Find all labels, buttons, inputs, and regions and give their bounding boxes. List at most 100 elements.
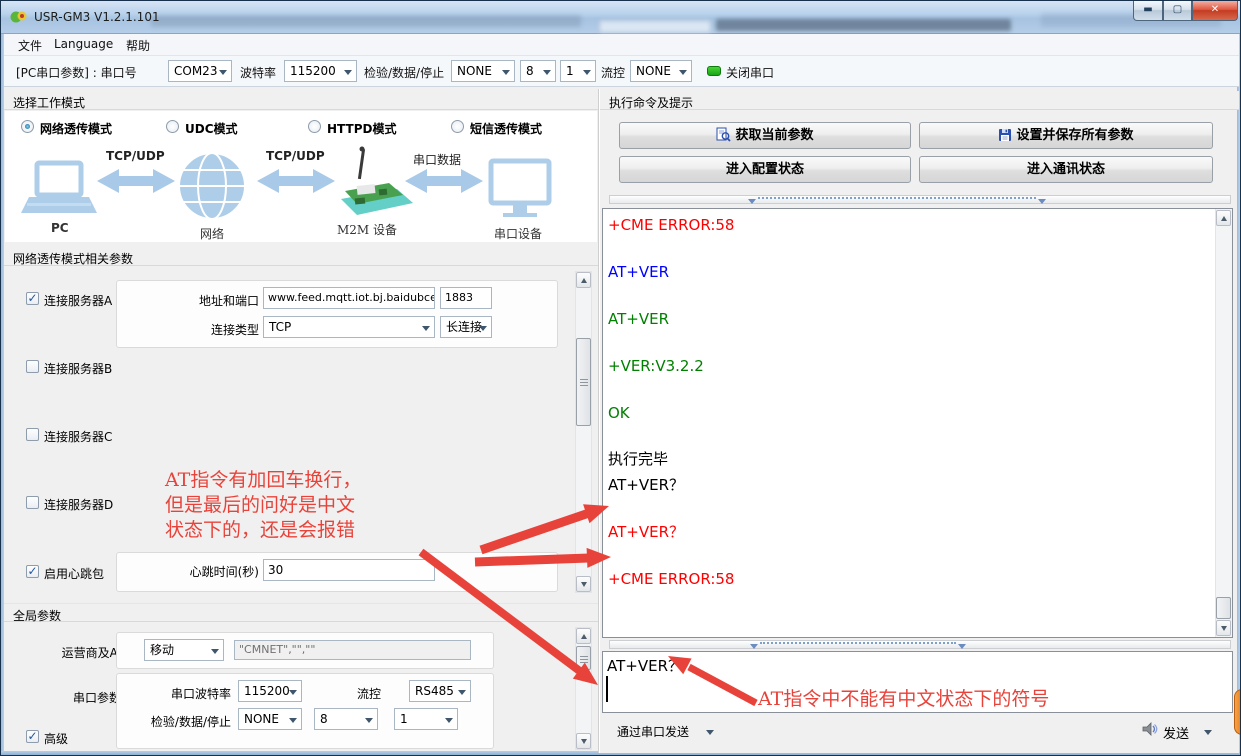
annotation-note-1: AT指令有加回车换行， 但是最后的问好是中文 状态下的，还是会报错 — [165, 468, 361, 543]
terminal-scrollbar[interactable] — [1215, 209, 1232, 637]
radio-udc-mode[interactable] — [166, 120, 179, 133]
splitter-bottom[interactable] — [609, 640, 1231, 649]
terminal-line: +CME ERROR:58 — [608, 569, 1208, 589]
scrollbar-thumb[interactable] — [576, 338, 591, 426]
link-label-tcpudp-2: TCP/UDP — [266, 149, 325, 163]
checkbox-label-heartbeat[interactable]: 启用心跳包 — [44, 565, 104, 582]
chevron-down-icon — [502, 70, 510, 75]
baud-select[interactable]: 115200 — [284, 60, 357, 82]
enter-comm-button[interactable]: 进入通讯状态 — [919, 156, 1213, 183]
menu-language[interactable]: Language — [54, 37, 113, 51]
connection-type-label: 连接类型 — [169, 321, 259, 338]
chevron-down-icon — [219, 70, 227, 75]
com-port-select[interactable]: COM23 — [168, 60, 232, 82]
terminal-line: +CME ERROR:58 — [608, 215, 1208, 235]
text-cursor — [606, 676, 608, 702]
checkbox-server-c[interactable] — [26, 428, 39, 441]
checkbox-label-advanced[interactable]: 高级 — [44, 730, 68, 747]
scroll-up-icon[interactable] — [1216, 210, 1231, 226]
save-params-button[interactable]: 设置并保存所有参数 — [919, 122, 1213, 149]
checkbox-heartbeat[interactable] — [26, 565, 39, 578]
checkbox-server-b[interactable] — [26, 360, 39, 373]
radio-httpd-mode[interactable] — [308, 120, 321, 133]
splitter-handle[interactable] — [758, 197, 1036, 202]
splitter-top[interactable] — [609, 195, 1231, 204]
connection-type-select[interactable]: TCP — [263, 316, 435, 338]
server-address-input[interactable]: www.feed.mqtt.iot.bj.baidubce.c — [263, 287, 435, 309]
radio-label-udc[interactable]: UDC模式 — [185, 120, 238, 137]
title-bar[interactable]: USR-GM3 V1.2.1.101 ▬ ▢ ✕ — [1, 1, 1240, 34]
work-mode-section-title: 选择工作模式 — [4, 91, 598, 110]
scrollbar-thumb[interactable] — [1216, 597, 1231, 619]
radio-label-sms[interactable]: 短信透传模式 — [470, 120, 542, 137]
checkbox-label-server-c[interactable]: 连接服务器C — [44, 428, 112, 445]
device-stopbits-select[interactable]: 1 — [394, 708, 458, 730]
checkbox-label-server-a[interactable]: 连接服务器A — [44, 292, 112, 309]
keepalive-select[interactable]: 长连接 — [440, 316, 492, 338]
global-params-scrollbar[interactable] — [575, 627, 592, 750]
device-parity-select[interactable]: NONE — [238, 708, 302, 730]
enter-config-button[interactable]: 进入配置状态 — [619, 156, 911, 183]
collapse-icon — [748, 199, 756, 204]
send-via-serial-button[interactable]: 通过串口发送 — [617, 723, 689, 740]
radio-label-net-transparent[interactable]: 网络透传模式 — [40, 120, 112, 137]
menu-help[interactable]: 帮助 — [126, 37, 150, 54]
parity-select[interactable]: NONE — [451, 60, 515, 82]
checkbox-label-server-d[interactable]: 连接服务器D — [44, 496, 113, 513]
node-label-m2m: M2M 设备 — [337, 221, 397, 238]
annotation-note-2: AT指令中不能有中文状态下的符号 — [758, 687, 1049, 712]
chevron-down-icon — [365, 718, 373, 723]
terminal-line: AT+VER？ — [608, 522, 1208, 542]
flow-select[interactable]: NONE — [630, 60, 692, 82]
chevron-down-icon[interactable] — [1204, 730, 1212, 735]
scroll-down-icon[interactable] — [1216, 620, 1231, 636]
send-button[interactable]: 发送 — [1163, 723, 1189, 742]
terminal-line: +VER:V3.2.2 — [608, 356, 1208, 376]
radio-label-httpd[interactable]: HTTPD模式 — [327, 120, 396, 137]
node-label-network: 网络 — [200, 225, 224, 242]
chevron-down-icon — [445, 718, 453, 723]
scrollbar-thumb[interactable] — [576, 646, 591, 670]
close-serial-button[interactable]: 关闭串口 — [726, 64, 774, 81]
close-button[interactable]: ✕ — [1192, 1, 1238, 21]
net-params-scrollbar[interactable] — [575, 271, 592, 593]
menu-file[interactable]: 文件 — [18, 37, 42, 54]
checkbox-advanced[interactable] — [26, 730, 39, 743]
chevron-down-icon — [344, 70, 352, 75]
stopbits-select[interactable]: 1 — [560, 60, 596, 82]
radio-sms-mode[interactable] — [451, 120, 464, 133]
heartbeat-time-input[interactable]: 30 — [263, 559, 435, 581]
heartbeat-time-label: 心跳时间(秒) — [169, 563, 259, 580]
scroll-up-icon[interactable] — [576, 272, 591, 288]
server-port-input[interactable]: 1883 — [440, 287, 492, 309]
chevron-down-icon — [289, 690, 297, 695]
chevron-down-icon — [422, 326, 430, 331]
minimize-button[interactable]: ▬ — [1133, 1, 1163, 21]
device-baud-select[interactable]: 115200 — [238, 680, 302, 702]
device-databits-select[interactable]: 8 — [314, 708, 378, 730]
databits-select[interactable]: 8 — [520, 60, 556, 82]
menu-bar: 文件 Language 帮助 — [4, 34, 1239, 56]
maximize-button[interactable]: ▢ — [1163, 1, 1192, 21]
splitter-handle[interactable] — [760, 642, 956, 647]
scroll-down-icon[interactable] — [576, 576, 591, 592]
chevron-down-icon — [211, 649, 219, 654]
scroll-up-icon[interactable] — [576, 628, 591, 644]
chevron-down-icon — [679, 70, 687, 75]
carrier-select[interactable]: 移动 — [144, 639, 224, 661]
radio-net-transparent-mode[interactable] — [21, 120, 34, 133]
terminal-output[interactable]: +CME ERROR:58 AT+VER AT+VER +VER:V3.2.2 … — [602, 208, 1233, 638]
baud-label: 波特率 — [240, 64, 276, 81]
scroll-down-icon[interactable] — [576, 733, 591, 749]
device-baud-label: 串口波特率 — [151, 685, 231, 702]
floppy-disk-icon — [998, 128, 1012, 142]
chevron-down-icon[interactable] — [706, 730, 714, 735]
send-bar: 通过串口发送 发送 — [600, 715, 1239, 753]
send-input-text: AT+VER？ — [603, 652, 1232, 676]
checkbox-server-a[interactable] — [26, 292, 39, 305]
device-flow-select[interactable]: RS485 — [409, 680, 471, 702]
checkbox-label-server-b[interactable]: 连接服务器B — [44, 360, 112, 377]
panel-divider — [599, 89, 600, 753]
checkbox-server-d[interactable] — [26, 496, 39, 509]
get-params-button[interactable]: 获取当前参数 — [619, 122, 911, 149]
